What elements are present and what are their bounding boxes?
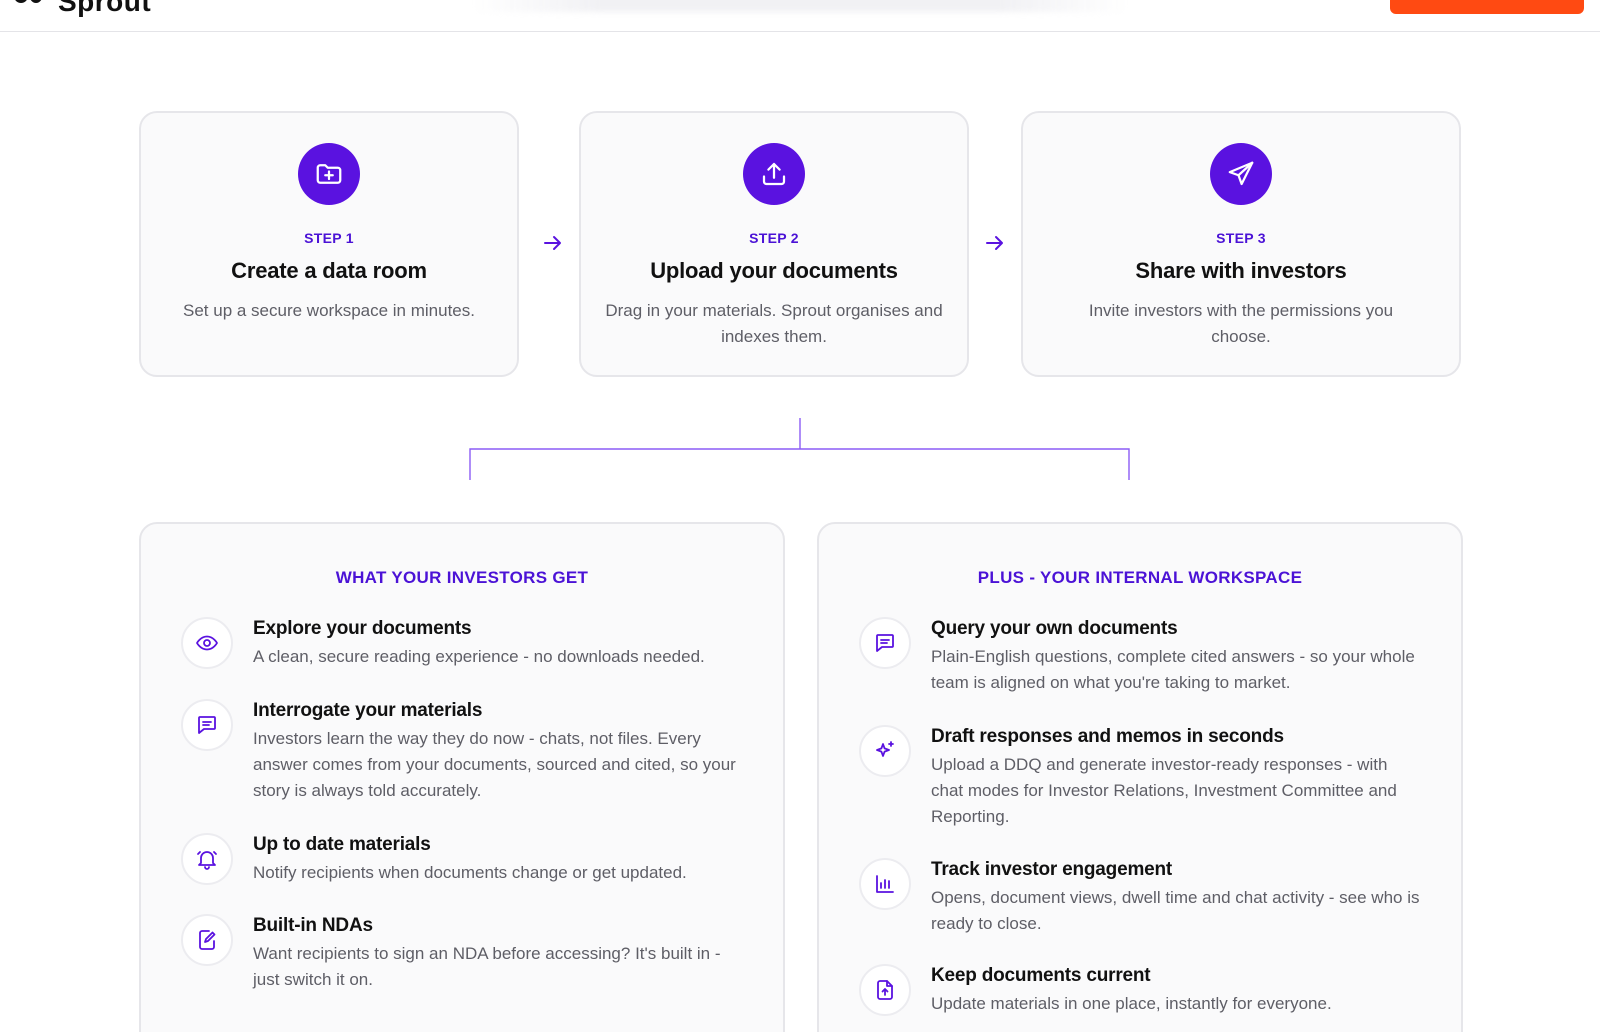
send-icon [1210,143,1272,205]
eye-icon [181,617,233,669]
feature-description: A clean, secure reading experience - no … [253,647,705,666]
chat-icon [181,699,233,751]
panel-internal-workspace: PLUS - YOUR INTERNAL WORKSPACE Query you… [817,522,1463,1032]
arrow-right-icon [986,236,1003,250]
feature-description: Upload a DDQ and generate investor-ready… [931,755,1397,826]
feature-description: Update materials in one place, instantly… [931,994,1332,1013]
step-card-upload-documents: STEP 2 Upload your documents Drag in you… [579,111,969,377]
page: Sprout STEP 1 Create a data room Set up … [0,0,1600,1032]
nav-links-blurred [470,0,1130,12]
feature-title: Keep documents current [931,965,1151,986]
panel-title: PLUS - YOUR INTERNAL WORKSPACE [977,568,1303,587]
logo-icon[interactable] [14,0,44,10]
step-card-create-data-room: STEP 1 Create a data room Set up a secur… [139,111,519,377]
step-description: Invite investors with the permissions yo… [1088,301,1394,346]
step-title: Create a data room [231,258,427,283]
brand-name[interactable]: Sprout [58,0,151,18]
feature-title: Track investor engagement [931,859,1173,880]
file-upload-icon [859,964,911,1016]
feature-description: Opens, document views, dwell time and ch… [931,888,1420,933]
panel-investors-get: WHAT YOUR INVESTORS GET Explore your doc… [139,522,785,1032]
bar-chart-icon [859,858,911,910]
feature-title: Interrogate your materials [253,700,483,721]
arrow-right-icon [544,236,561,250]
step-description: Drag in your materials. Sprout organises… [605,301,943,346]
step-label: STEP 2 [749,230,799,246]
chat-icon [859,617,911,669]
edit-document-icon [181,914,233,966]
feature-description: Notify recipients when documents change … [253,863,687,882]
feature-description: Investors learn the way they do now - ch… [253,729,736,800]
step-title: Upload your documents [650,258,898,283]
nav-cta-button[interactable] [1390,0,1584,14]
feature-description: Want recipients to sign an NDA before ac… [253,944,721,989]
feature-title: Query your own documents [931,618,1178,639]
upload-icon [743,143,805,205]
feature-title: Up to date materials [253,834,431,855]
step-card-share-with-investors: STEP 3 Share with investors Invite inves… [1021,111,1461,377]
bell-icon [181,833,233,885]
feature-title: Built-in NDAs [253,915,373,936]
sparkle-icon [859,725,911,777]
step-title: Share with investors [1135,258,1347,283]
step-label: STEP 3 [1216,230,1266,246]
panel-title: WHAT YOUR INVESTORS GET [335,568,589,587]
feature-title: Draft responses and memos in seconds [931,726,1284,747]
step-description: Set up a secure workspace in minutes. [183,301,475,320]
feature-title: Explore your documents [253,618,472,639]
folder-plus-icon [298,143,360,205]
step-label: STEP 1 [304,230,354,246]
feature-description: Plain-English questions, complete cited … [931,647,1415,692]
top-nav: Sprout [0,0,1600,32]
